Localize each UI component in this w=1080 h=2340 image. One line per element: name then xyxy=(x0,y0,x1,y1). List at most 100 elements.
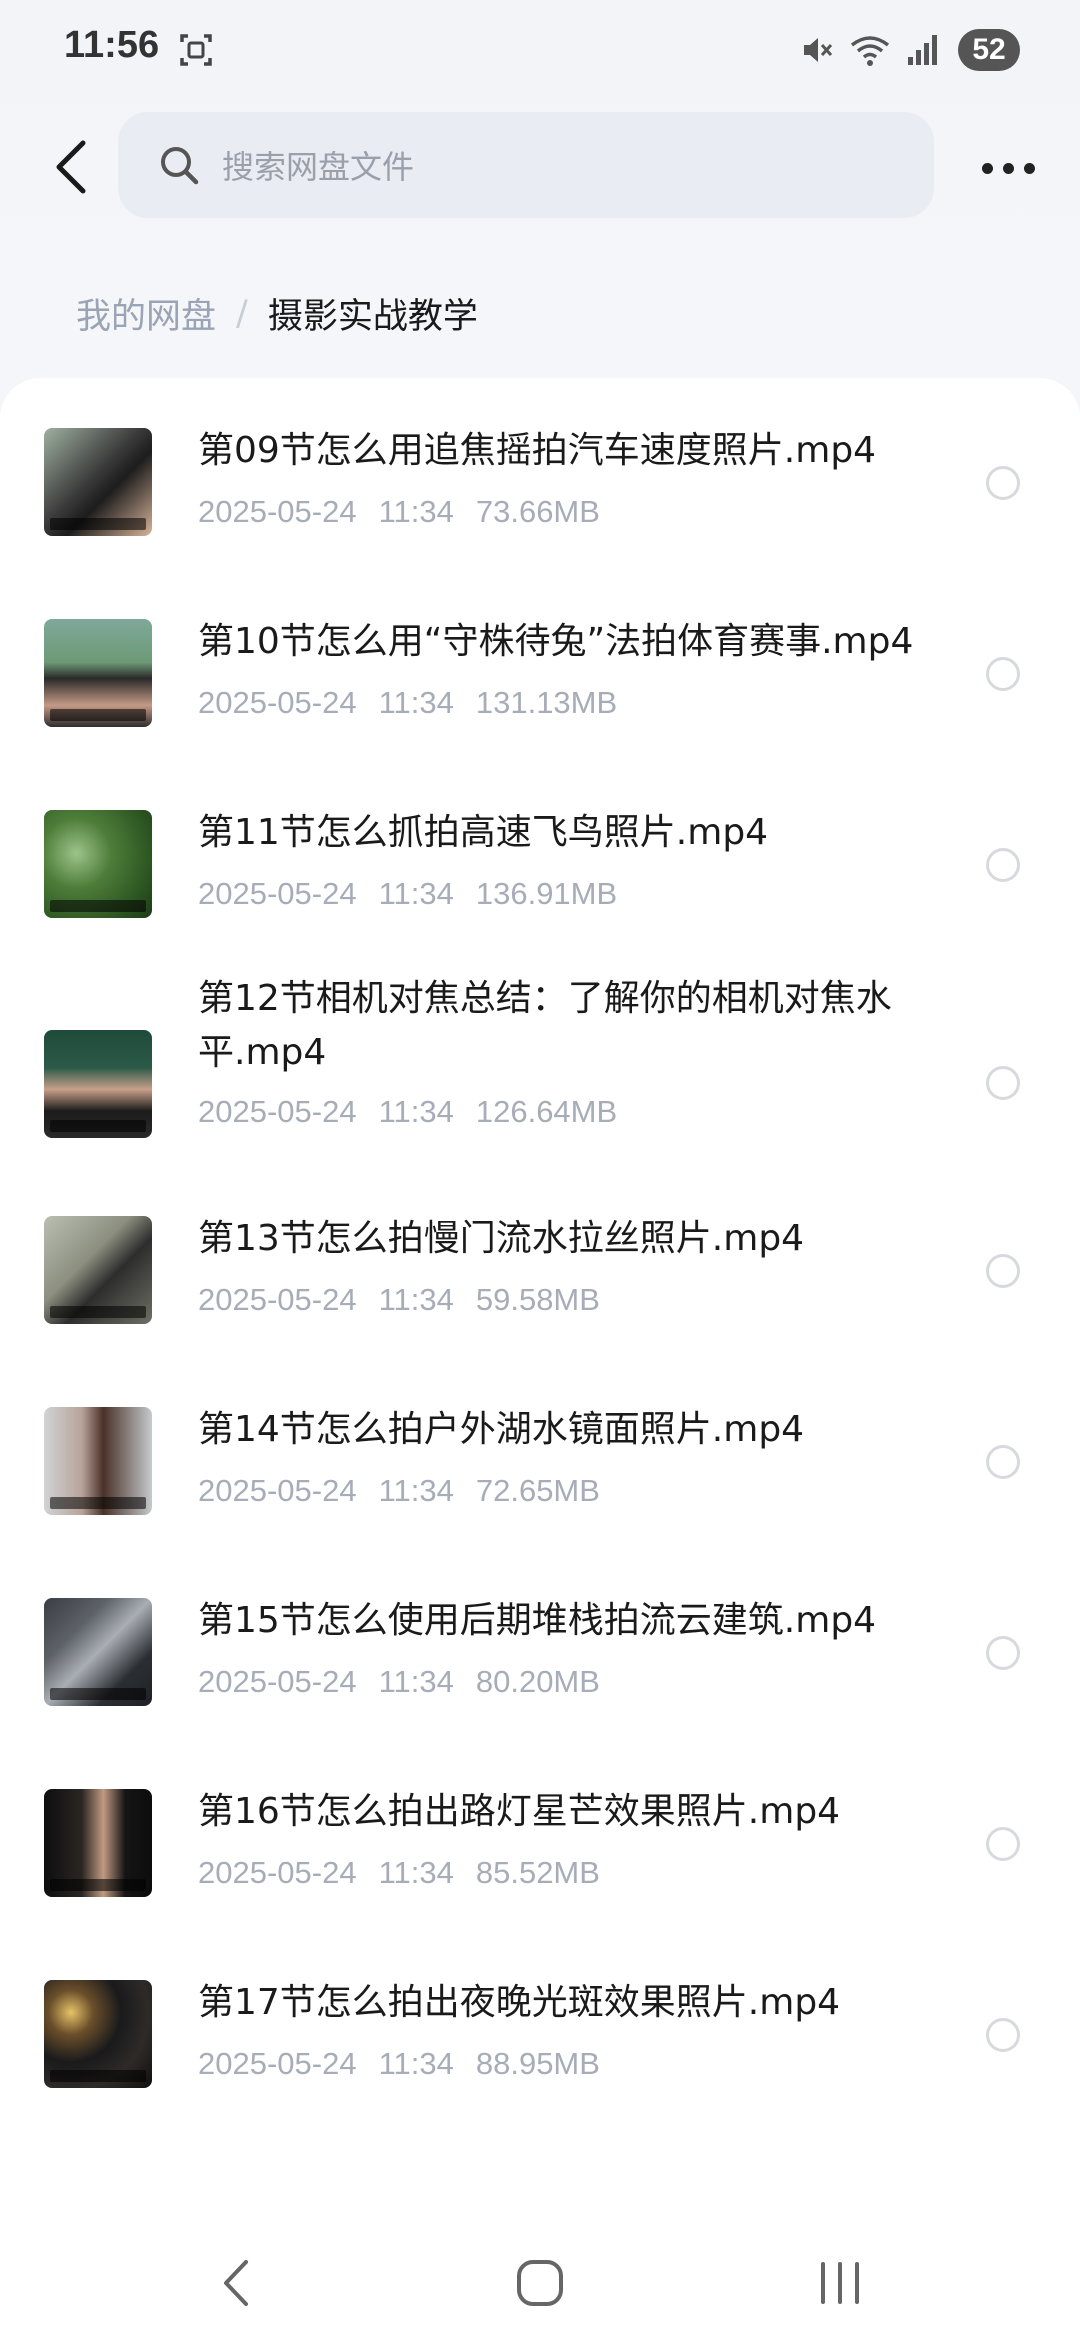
mute-icon xyxy=(804,38,833,62)
list-item[interactable]: 第12节相机对焦总结：了解你的相机对焦水平.mp4 2025-05-24 11:… xyxy=(0,978,1080,1200)
list-item[interactable]: 第15节怎么使用后期堆栈拍流云建筑.mp4 2025-05-24 11:34 8… xyxy=(0,1598,1080,1738)
breadcrumb: 我的网盘 / 摄影实战教学 xyxy=(76,288,478,339)
list-item[interactable]: 第16节怎么拍出路灯星芒效果照片.mp4 2025-05-24 11:34 85… xyxy=(0,1789,1080,1929)
file-name: 第14节怎么拍户外湖水镜面照片.mp4 xyxy=(198,1409,805,1450)
file-time: 11:34 xyxy=(378,2046,454,2081)
list-item[interactable]: 第10节怎么用“守株待兔”法拍体育赛事.mp4 2025-05-24 11:34… xyxy=(0,619,1080,759)
more-horizontal-icon xyxy=(981,162,993,174)
file-size: 73.66MB xyxy=(475,494,600,529)
video-thumbnail xyxy=(44,428,152,536)
select-radio[interactable] xyxy=(986,1827,1020,1861)
system-nav-bar xyxy=(0,2218,1080,2340)
recents-nav-icon xyxy=(821,2262,859,2304)
video-thumbnail xyxy=(44,1407,152,1515)
header: 搜索网盘文件 xyxy=(0,110,1080,220)
file-time: 11:34 xyxy=(378,494,454,529)
status-time: 11:56 xyxy=(64,24,160,66)
select-radio[interactable] xyxy=(986,848,1020,882)
select-radio[interactable] xyxy=(986,1254,1020,1288)
nav-back-button[interactable] xyxy=(196,2248,276,2318)
breadcrumb-current: 摄影实战教学 xyxy=(267,297,478,337)
file-list: 第09节怎么用追焦摇拍汽车速度照片.mp4 2025-05-24 11:34 7… xyxy=(0,378,1080,2218)
search-icon xyxy=(161,147,199,185)
home-nav-icon xyxy=(517,2260,563,2306)
battery-indicator: 52 xyxy=(958,29,1020,71)
file-date: 2025-05-24 xyxy=(198,1664,357,1699)
file-size: 88.95MB xyxy=(475,2046,600,2081)
file-meta: 2025-05-24 11:34 80.20MB xyxy=(198,1664,600,1700)
video-thumbnail xyxy=(44,1216,152,1324)
select-radio[interactable] xyxy=(986,657,1020,691)
select-radio[interactable] xyxy=(986,466,1020,500)
file-date: 2025-05-24 xyxy=(198,1282,357,1317)
wifi-icon xyxy=(850,36,890,66)
list-item[interactable]: 第14节怎么拍户外湖水镜面照片.mp4 2025-05-24 11:34 72.… xyxy=(0,1407,1080,1547)
video-thumbnail xyxy=(44,1789,152,1897)
breadcrumb-separator: / xyxy=(236,293,248,334)
breadcrumb-root[interactable]: 我的网盘 xyxy=(76,288,216,339)
video-thumbnail xyxy=(44,810,152,918)
file-size: 131.13MB xyxy=(475,685,618,720)
video-thumbnail xyxy=(44,1980,152,2088)
more-button[interactable] xyxy=(968,138,1048,198)
file-time: 11:34 xyxy=(378,1094,454,1129)
file-name: 第11节怎么抓拍高速飞鸟照片.mp4 xyxy=(198,812,769,853)
file-date: 2025-05-24 xyxy=(198,2046,357,2081)
status-bar: 11:56 52 xyxy=(0,0,1080,100)
chevron-left-icon xyxy=(56,140,86,194)
list-item[interactable]: 第17节怎么拍出夜晚光斑效果照片.mp4 2025-05-24 11:34 88… xyxy=(0,1980,1080,2120)
file-time: 11:34 xyxy=(378,685,454,720)
list-item[interactable]: 第11节怎么抓拍高速飞鸟照片.mp4 2025-05-24 11:34 136.… xyxy=(0,810,1080,950)
file-size: 85.52MB xyxy=(475,1855,600,1890)
file-time: 11:34 xyxy=(378,1664,454,1699)
file-name: 第16节怎么拍出路灯星芒效果照片.mp4 xyxy=(198,1791,841,1832)
video-thumbnail xyxy=(44,1030,152,1138)
file-date: 2025-05-24 xyxy=(198,1473,357,1508)
nav-home-button[interactable] xyxy=(500,2248,580,2318)
search-placeholder: 搜索网盘文件 xyxy=(222,148,415,186)
list-item[interactable]: 第13节怎么拍慢门流水拉丝照片.mp4 2025-05-24 11:34 59.… xyxy=(0,1216,1080,1356)
file-name: 第13节怎么拍慢门流水拉丝照片.mp4 xyxy=(198,1218,805,1259)
file-date: 2025-05-24 xyxy=(198,1094,357,1129)
file-meta: 2025-05-24 11:34 136.91MB xyxy=(198,876,617,912)
file-time: 11:34 xyxy=(378,1473,454,1508)
file-size: 59.58MB xyxy=(475,1282,600,1317)
file-meta: 2025-05-24 11:34 88.95MB xyxy=(198,2046,600,2082)
file-name: 第09节怎么用追焦摇拍汽车速度照片.mp4 xyxy=(198,430,877,471)
file-meta: 2025-05-24 11:34 126.64MB xyxy=(198,1094,617,1130)
file-size: 80.20MB xyxy=(475,1664,600,1699)
file-date: 2025-05-24 xyxy=(198,1855,357,1890)
video-thumbnail xyxy=(44,1598,152,1706)
file-meta: 2025-05-24 11:34 73.66MB xyxy=(198,494,600,530)
nav-recents-button[interactable] xyxy=(800,2248,880,2318)
file-date: 2025-05-24 xyxy=(198,876,357,911)
file-size: 126.64MB xyxy=(475,1094,618,1129)
more-dot xyxy=(1002,162,1014,174)
back-button[interactable] xyxy=(36,132,106,202)
status-icons: 52 xyxy=(800,26,1020,74)
file-time: 11:34 xyxy=(378,876,454,911)
file-meta: 2025-05-24 11:34 85.52MB xyxy=(198,1855,600,1891)
file-name: 第10节怎么用“守株待兔”法拍体育赛事.mp4 xyxy=(198,621,914,662)
file-date: 2025-05-24 xyxy=(198,494,357,529)
file-size: 72.65MB xyxy=(475,1473,600,1508)
file-meta: 2025-05-24 11:34 59.58MB xyxy=(198,1282,600,1318)
file-meta: 2025-05-24 11:34 72.65MB xyxy=(198,1473,600,1509)
search-input[interactable]: 搜索网盘文件 xyxy=(118,112,934,218)
select-radio[interactable] xyxy=(986,1066,1020,1100)
back-nav-icon xyxy=(224,2260,248,2306)
file-name: 第12节相机对焦总结：了解你的相机对焦水平.mp4 xyxy=(198,978,892,1073)
file-meta: 2025-05-24 11:34 131.13MB xyxy=(198,685,617,721)
file-time: 11:34 xyxy=(378,1855,454,1890)
file-time: 11:34 xyxy=(378,1282,454,1317)
file-size: 136.91MB xyxy=(475,876,618,911)
video-thumbnail xyxy=(44,619,152,727)
more-dot xyxy=(1023,162,1035,174)
page: 11:56 52 搜索网盘文件 我的网盘 / 摄影实战教学 第09节怎么用追焦摇… xyxy=(0,0,1080,2340)
select-radio[interactable] xyxy=(986,1445,1020,1479)
select-radio[interactable] xyxy=(986,2018,1020,2052)
file-name: 第15节怎么使用后期堆栈拍流云建筑.mp4 xyxy=(198,1600,877,1641)
screenshot-icon xyxy=(180,34,212,66)
select-radio[interactable] xyxy=(986,1636,1020,1670)
list-item[interactable]: 第09节怎么用追焦摇拍汽车速度照片.mp4 2025-05-24 11:34 7… xyxy=(0,428,1080,568)
